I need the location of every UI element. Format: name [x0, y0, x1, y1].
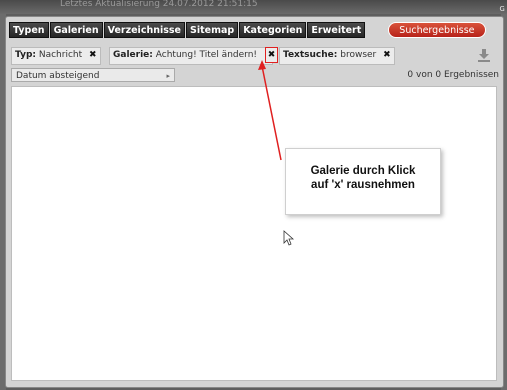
sort-select[interactable]: Datum absteigend ▸ [11, 68, 175, 82]
tab-sitemap[interactable]: Sitemap [185, 22, 239, 38]
download-icon[interactable] [477, 48, 491, 62]
tab-bar: Typen Galerien Verzeichnisse Sitemap Kat… [9, 22, 487, 38]
window-corner-icon: ɢ [499, 4, 505, 14]
tab-verzeichnisse[interactable]: Verzeichnisse [103, 22, 185, 38]
callout-line-2: auf 'x' rausnehmen [311, 179, 415, 191]
filter-chip-textsearch: Textsuche: browser ✖ [279, 47, 395, 65]
filter-type-value: Nachricht [38, 50, 83, 60]
filter-text-key: Textsuche: [283, 50, 338, 60]
results-list [11, 86, 497, 381]
tab-kategorien[interactable]: Kategorien [239, 22, 307, 38]
mouse-cursor-icon [283, 230, 295, 246]
annotation-callout: Galerie durch Klick auf 'x' rausnehmen [285, 148, 441, 215]
tab-suchergebnisse[interactable]: Suchergebnisse [388, 22, 486, 38]
remove-type-filter-icon[interactable]: ✖ [89, 50, 97, 60]
background-text: Letztes Aktualisierung 24.07.2012 21:51:… [60, 0, 258, 9]
filter-bar: Typ: Nachricht ✖ Galerie: Achtung! Titel… [11, 47, 495, 65]
filter-gallery-key: Galerie: [113, 50, 153, 60]
filter-chip-gallery: Galerie: Achtung! Titel ändern! [109, 47, 273, 65]
callout-line-1: Galerie durch Klick [310, 165, 416, 177]
filter-text-value: browser [340, 50, 377, 60]
caret-right-icon: ▸ [166, 72, 170, 80]
tab-erweitert[interactable]: Erweitert [307, 22, 366, 38]
tab-typen[interactable]: Typen [9, 22, 49, 38]
filter-type-key: Typ: [15, 50, 36, 60]
filter-gallery-value: Achtung! Titel ändern! [155, 50, 258, 60]
result-count: 0 von 0 Ergebnissen [407, 70, 499, 80]
background-window-strip: Letztes Aktualisierung 24.07.2012 21:51:… [0, 0, 507, 14]
sort-select-value: Datum absteigend [16, 71, 100, 81]
filter-chip-type: Typ: Nachricht ✖ [11, 47, 101, 65]
tab-galerien[interactable]: Galerien [49, 22, 103, 38]
remove-text-filter-icon[interactable]: ✖ [383, 50, 391, 60]
remove-gallery-filter-icon[interactable]: ✖ [265, 47, 278, 63]
